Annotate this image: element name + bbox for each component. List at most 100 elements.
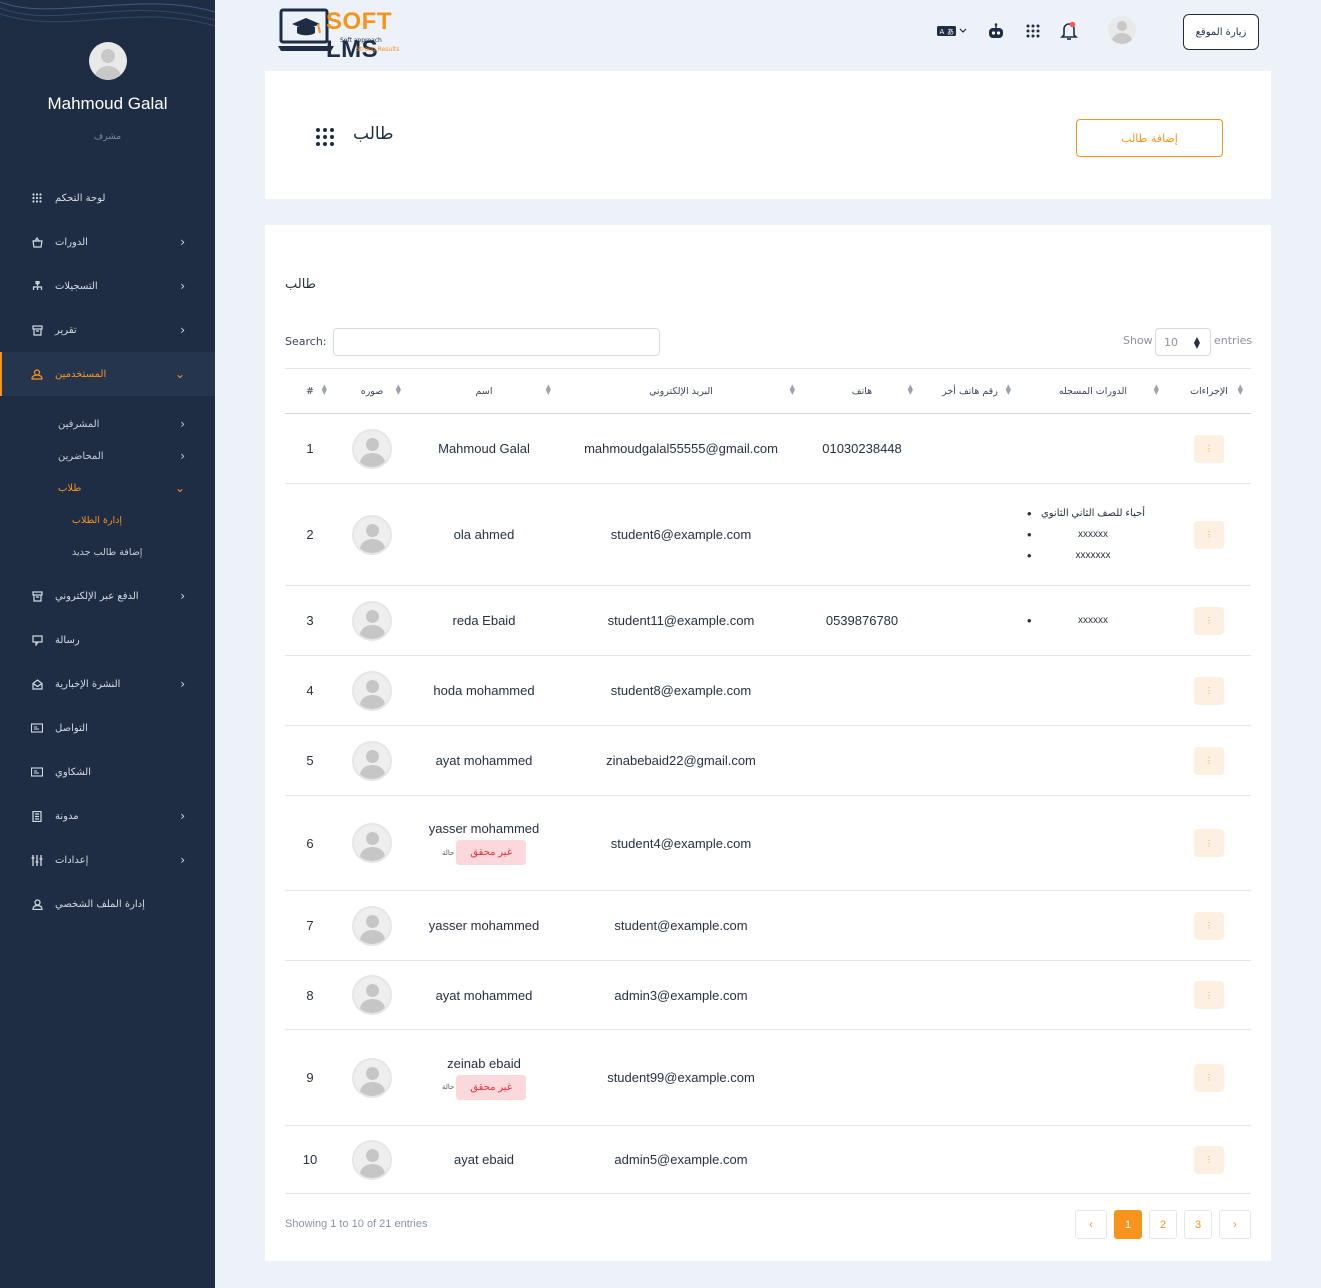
pagination-page[interactable]: 2 <box>1149 1210 1177 1239</box>
table-row: 8 ayat mohammed admin3@example.com ⋮ <box>285 960 1251 1030</box>
course-item: xxxxxxx <box>1019 545 1167 566</box>
visit-site-button[interactable]: زيارة الموقع <box>1183 14 1259 50</box>
sidebar-item-enrollments[interactable]: التسجيلات › <box>0 264 215 308</box>
column-header-photo[interactable]: صوره ▲ ▼ <box>335 368 409 414</box>
row-actions-button[interactable]: ⋮ <box>1194 746 1224 775</box>
student-name: zeinab ebaid <box>447 1055 521 1071</box>
chevron-right-icon: › <box>180 677 185 691</box>
sidebar-item-label: إعدادات <box>55 854 89 866</box>
row-index: 7 <box>285 890 335 961</box>
more-vertical-icon: ⋮ <box>1205 530 1213 539</box>
sidebar-item-label: إدارة الملف الشخصي <box>55 898 145 910</box>
student-phone <box>803 655 921 726</box>
sidebar-item-message[interactable]: رسالة <box>0 618 215 662</box>
row-index: 1 <box>285 413 335 484</box>
sidebar-item-users[interactable]: المستخدمين ⌄ <box>0 352 215 396</box>
sidebar-subitem-add-student[interactable]: إضافة طالب جديد <box>0 536 215 568</box>
more-vertical-icon: ⋮ <box>1205 686 1213 695</box>
add-student-button[interactable]: إضافة طالب <box>1076 119 1223 157</box>
pagination-page[interactable]: 1 <box>1114 1210 1142 1239</box>
sidebar-profile: Mahmoud Galal مشرف <box>0 42 215 142</box>
hierarchy-icon <box>31 280 43 292</box>
sidebar-item-newsletter[interactable]: النشرة الإخبارية › <box>0 662 215 706</box>
sidebar-subitem-lecturers[interactable]: المحاضرين › <box>0 440 215 472</box>
profile-avatar[interactable] <box>88 42 127 80</box>
course-item: أحياء للصف الثاني الثانوي <box>1019 503 1167 524</box>
row-actions-button[interactable]: ⋮ <box>1194 1145 1224 1174</box>
sidebar-item-complaints[interactable]: الشكاوي <box>0 750 215 794</box>
column-header-index[interactable]: # ▲ ▼ <box>285 368 335 414</box>
grid-icon <box>316 128 334 146</box>
sidebar-subitem-admins[interactable]: المشرفين › <box>0 408 215 440</box>
pagination-next[interactable]: › <box>1219 1210 1251 1239</box>
column-header-phone[interactable]: هاتف ▲ ▼ <box>803 368 921 414</box>
sidebar-item-label: لوحة التحكم <box>55 192 106 204</box>
translate-icon: A あ <box>937 26 967 36</box>
row-actions-button[interactable]: ⋮ <box>1194 676 1224 705</box>
site-logo[interactable]: SOFT LMS Soft approach Strong Results <box>278 6 428 63</box>
column-header-email[interactable]: البريد الإلكتروني ▲ ▼ <box>559 368 803 414</box>
svg-text:あ: あ <box>947 28 954 36</box>
mail-open-icon <box>31 678 43 690</box>
status-note: حالة <box>441 1084 455 1091</box>
sidebar-subitem-label: إضافة طالب جديد <box>72 546 143 558</box>
student-name: yasser mohammed <box>409 890 559 961</box>
profile-role: مشرف <box>93 132 122 142</box>
row-actions-button[interactable]: ⋮ <box>1194 981 1224 1009</box>
student-other-phone <box>921 890 1019 961</box>
pagination-prev[interactable]: ‹ <box>1075 1210 1107 1239</box>
student-name: reda Ebaid <box>409 585 559 656</box>
student-name: ayat mohammed <box>409 725 559 796</box>
sidebar-item-dashboard[interactable]: لوحة التحكم <box>0 176 215 220</box>
column-header-other-phone[interactable]: رقم هاتف أخر ▲ ▼ <box>921 368 1019 414</box>
student-other-phone <box>921 655 1019 726</box>
student-avatar <box>352 1139 392 1180</box>
language-switch[interactable]: A あ <box>934 20 970 42</box>
students-table-card: طالب Search: Show 10 ▲ ▼ entries # ▲ ▼ صوره… <box>265 225 1271 1261</box>
entries-select[interactable]: 10 ▲ ▼ <box>1155 328 1211 356</box>
sort-icon: ▲ ▼ <box>907 383 913 396</box>
row-index: 8 <box>285 960 335 1030</box>
column-header-courses[interactable]: الدورات المسجله ▲ ▼ <box>1019 368 1167 414</box>
sidebar-subitem-label: المشرفين <box>58 418 100 430</box>
more-vertical-icon: ⋮ <box>1205 990 1213 1000</box>
bell-icon[interactable] <box>1058 20 1080 42</box>
pagination-page[interactable]: 3 <box>1184 1210 1212 1239</box>
row-actions-button[interactable]: ⋮ <box>1194 434 1224 463</box>
row-actions-button[interactable]: ⋮ <box>1194 1063 1224 1092</box>
student-courses <box>1019 1029 1167 1126</box>
sidebar-item-profile-management[interactable]: إدارة الملف الشخصي <box>0 882 215 926</box>
student-name: hoda mohammed <box>409 655 559 726</box>
row-actions-button[interactable]: ⋮ <box>1194 829 1224 857</box>
sidebar-item-contact[interactable]: التواصل <box>0 706 215 750</box>
sidebar-item-label: الدفع عبر الإلكتروني <box>55 590 139 602</box>
robot-icon[interactable] <box>985 20 1007 42</box>
column-header-actions[interactable]: الإجراءات ▲ ▼ <box>1167 368 1251 414</box>
row-actions-button[interactable]: ⋮ <box>1194 520 1224 549</box>
row-actions-button[interactable]: ⋮ <box>1194 606 1224 635</box>
sidebar-item-report[interactable]: تقرير › <box>0 308 215 352</box>
chevron-right-icon: › <box>180 235 185 249</box>
student-courses <box>1019 1125 1167 1194</box>
logo-tagline-secondary: Strong Results <box>356 46 400 53</box>
row-actions-button[interactable]: ⋮ <box>1194 911 1224 940</box>
apps-grid-icon[interactable] <box>1022 20 1044 42</box>
row-index: 9 <box>285 1029 335 1126</box>
student-other-phone <box>921 960 1019 1030</box>
course-item: xxxxxx <box>1019 524 1167 545</box>
sidebar-item-settings[interactable]: إعدادات › <box>0 838 215 882</box>
search-input[interactable] <box>333 328 660 356</box>
column-header-name[interactable]: اسم ▲ ▼ <box>409 368 559 414</box>
sidebar-item-label: التسجيلات <box>55 280 98 292</box>
sidebar-item-blog[interactable]: مدونة › <box>0 794 215 838</box>
student-other-phone <box>921 1125 1019 1194</box>
contact-card-icon <box>31 766 43 778</box>
user-avatar[interactable] <box>1108 16 1136 44</box>
sidebar-item-courses[interactable]: الدورات › <box>0 220 215 264</box>
sidebar-item-online-payment[interactable]: الدفع عبر الإلكتروني › <box>0 574 215 618</box>
student-email: student4@example.com <box>559 795 803 891</box>
sidebar-menu: لوحة التحكم الدورات › التسجيلات › تقرير … <box>0 176 215 926</box>
sidebar-subitem-students[interactable]: طلاب ⌄ <box>0 472 215 504</box>
sidebar-subitem-manage-students[interactable]: إدارة الطلاب <box>0 504 215 536</box>
row-index: 2 <box>285 483 335 586</box>
